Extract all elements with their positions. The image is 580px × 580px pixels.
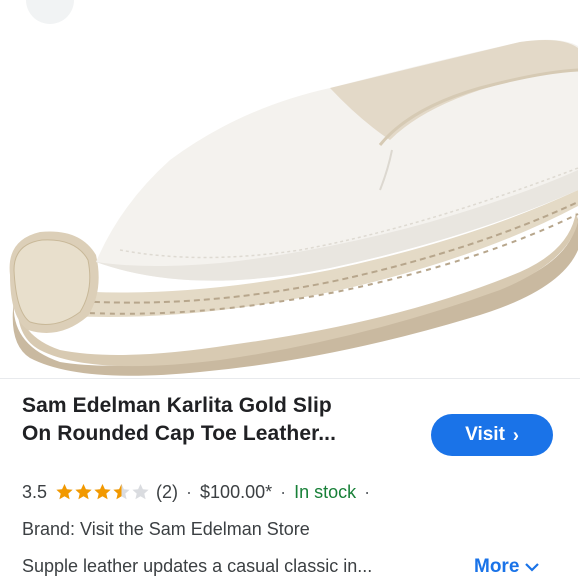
more-label: More (474, 556, 520, 577)
star-half-icon (112, 483, 131, 501)
price: $100.00* (200, 481, 273, 502)
separator-dot: · (364, 481, 371, 502)
review-count[interactable]: (2) (156, 482, 178, 503)
product-description: Supple leather updates a casual classic … (22, 556, 373, 576)
product-title-line-2[interactable]: On Rounded Cap Toe Leather... (22, 420, 402, 448)
star-full-icon (74, 483, 93, 501)
chevron-right-icon: › (512, 423, 519, 446)
star-empty-icon (131, 483, 150, 501)
divider (0, 378, 580, 379)
product-image[interactable] (0, 0, 580, 378)
availability-badge: In stock (294, 481, 357, 502)
shoe-illustration (9, 39, 579, 376)
separator-dot: · (186, 481, 193, 502)
star-full-icon (93, 483, 112, 501)
rating-row: 3.5 (2) · $100.00* · In stock · (22, 480, 378, 504)
product-title-line-1[interactable]: Sam Edelman Karlita Gold Slip (22, 392, 402, 420)
visit-button[interactable]: Visit › (431, 414, 553, 456)
brand-line[interactable]: Brand: Visit the Sam Edelman Store (22, 519, 310, 540)
visit-button-label: Visit (465, 424, 505, 445)
star-rating (55, 483, 150, 501)
product-title[interactable]: Sam Edelman Karlita Gold Slip On Rounded… (22, 392, 402, 448)
rating-value: 3.5 (22, 481, 48, 502)
more-button[interactable]: More (474, 556, 540, 578)
chevron-down-icon (525, 563, 540, 572)
separator-dot: · (280, 481, 287, 502)
star-full-icon (55, 483, 74, 501)
